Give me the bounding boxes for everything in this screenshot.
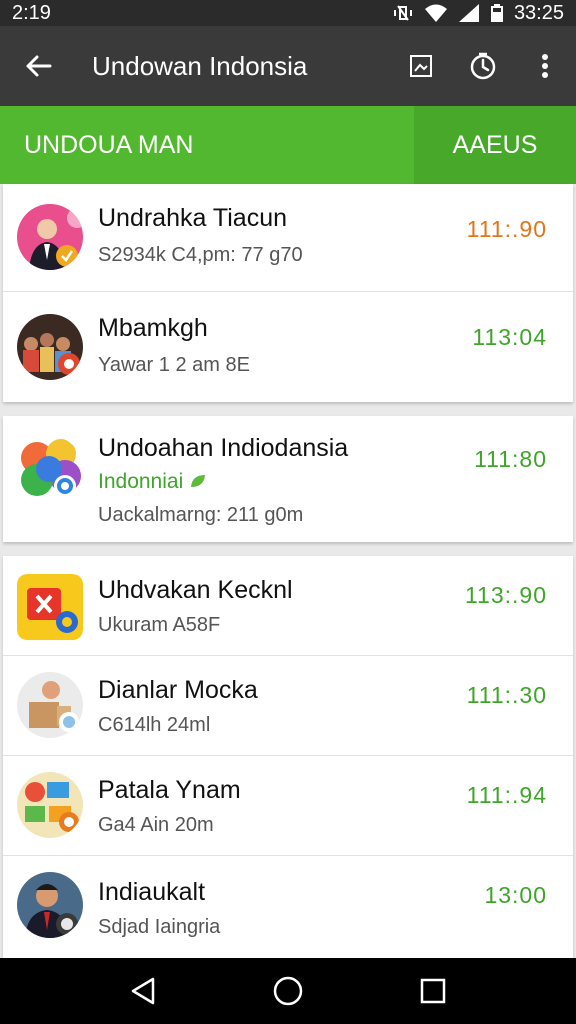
list-item[interactable]: Undoahan Indiodansia Indonniai Uackalmar… [3,416,573,542]
system-nav-bar [0,958,576,1024]
tab-bar: UNDOUA MAN AAEUS [0,106,576,184]
status-clock: 33:25 [513,1,564,24]
list-item[interactable]: Undrahka Tiacun S2934k C4,pm: 77 g70 111… [3,184,573,292]
triangle-back-icon [131,977,154,1005]
battery-icon [490,4,503,22]
contact-card: Uhdvakan Kecknl Ukuram A58F 113:.90 Dian… [3,556,573,960]
contact-card: Undoahan Indiodansia Indonniai Uackalmar… [3,416,573,542]
contact-time: 113:.90 [464,582,547,608]
list-item[interactable]: Indiaukalt Sdjad Iaingria 13:00 [3,856,573,960]
nav-recents-button[interactable] [403,961,463,1021]
contact-name: Patala Ynam [98,776,241,804]
contact-detail: S2934k C4,pm: 77 g70 [98,244,303,266]
contact-detail: Sdjad Iaingria [98,916,221,938]
avatar [17,772,83,838]
contact-detail: Ga4 Ain 20m [98,814,214,836]
contact-detail: C614lh 24ml [98,714,211,736]
back-arrow-icon [26,55,52,77]
app-bar: Undowan Indonsia [0,26,576,106]
contact-time: 113:04 [472,324,547,350]
signal-icon [458,4,479,22]
status-icons: 33:25 [392,2,564,25]
more-vert-icon [542,54,548,78]
app-title: Undowan Indonsia [92,50,308,81]
avatar [17,872,83,938]
avatar [17,436,83,502]
contact-card: Undrahka Tiacun S2934k C4,pm: 77 g70 111… [3,184,573,402]
avatar [17,314,83,380]
more-options-button[interactable] [514,26,576,106]
contact-detail: Yawar 1 2 am 8E [98,354,250,376]
contact-name: Undoahan Indiodansia [98,434,349,462]
avatar [17,672,83,738]
contact-list: Undrahka Tiacun S2934k C4,pm: 77 g70 111… [3,184,573,960]
nav-back-button[interactable] [113,961,173,1021]
contact-time: 13:00 [484,882,547,908]
list-item[interactable]: Dianlar Mocka C614lh 24ml 111:.30 [3,656,573,756]
contact-time: 111:80 [474,446,547,472]
status-bar: 2:19 33:25 [0,0,576,26]
status-time: 2:19 [12,1,51,24]
circle-home-icon [273,976,303,1006]
list-item[interactable]: Patala Ynam Ga4 Ain 20m 111:.94 [3,756,573,856]
contact-tag: Indonniai [98,470,207,494]
leaf-icon [191,475,206,487]
tab-undoua-man[interactable]: UNDOUA MAN [0,106,414,184]
vibrate-off-icon [393,5,412,21]
avatar [17,204,83,270]
contact-time: 111:.94 [466,782,547,808]
back-button[interactable] [0,26,76,106]
contact-tag-label: Indonniai [98,470,184,493]
contact-time: 111:.90 [466,216,547,242]
image-icon [410,55,432,77]
wifi-icon [424,4,447,22]
contact-name: Undrahka Tiacun [98,204,288,232]
contact-name: Dianlar Mocka [98,676,258,704]
list-item[interactable]: Uhdvakan Kecknl Ukuram A58F 113:.90 [3,556,573,656]
tab-aaeus[interactable]: AAEUS [414,106,576,184]
avatar [17,574,83,640]
contact-detail: Uackalmarng: 211 g0m [98,504,304,526]
square-recents-icon [421,978,446,1004]
contact-name: Mbamkgh [98,314,208,342]
contact-name: Uhdvakan Kecknl [98,576,293,604]
nav-home-button[interactable] [258,961,318,1021]
list-item[interactable]: Mbamkgh Yawar 1 2 am 8E 113:04 [3,292,573,402]
contact-name: Indiaukalt [98,878,206,906]
image-action-button[interactable] [390,26,452,106]
contact-time: 111:.30 [466,682,547,708]
contact-detail: Ukuram A58F [98,614,221,636]
timer-action-button[interactable] [452,26,514,106]
timer-icon [470,52,496,80]
